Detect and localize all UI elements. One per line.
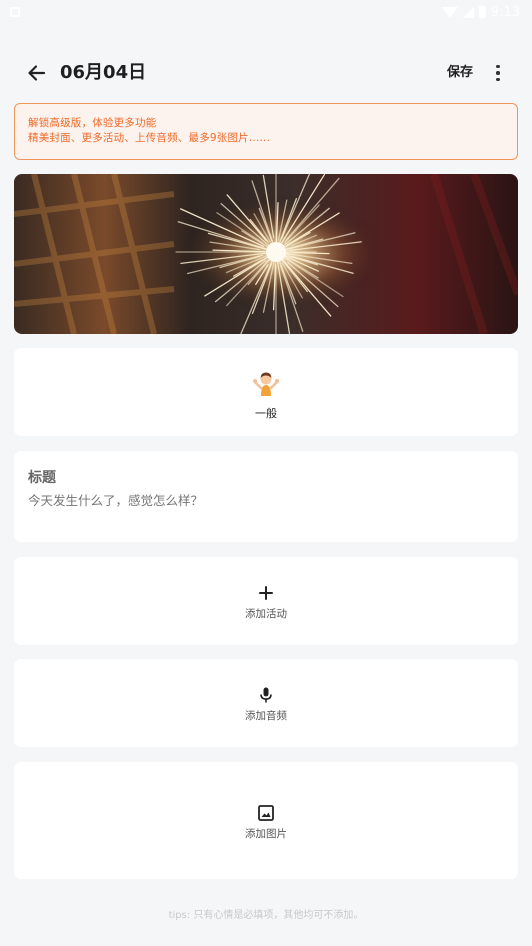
signal-icon [462,6,474,18]
more-options-button[interactable] [488,60,508,86]
add-image-button[interactable]: 添加图片 [14,762,518,879]
title-field[interactable]: 标题 [28,467,56,487]
add-audio-label: 添加音频 [245,710,287,722]
upgrade-banner-features: 精美封面、更多活动、上传音频、最多9张图片...... [28,132,271,144]
tips-text: tips: 只有心情是必填项，其他均可不添加。 [168,910,364,921]
save-button[interactable]: 保存 [447,61,473,85]
wifi-icon [441,6,458,18]
status-time: 9:13 [490,4,520,20]
cover-image[interactable] [14,174,518,334]
add-audio-button[interactable]: 添加音频 [14,659,518,747]
upgrade-banner-title: 解锁高级版，体验更多功能 [28,117,157,129]
back-button[interactable] [24,60,50,86]
status-bar: 9:13 [0,0,532,24]
arrow-left-icon [28,65,46,81]
add-activity-label: 添加活动 [245,608,287,620]
more-vert-icon [496,64,500,69]
mood-card[interactable]: 一般 [14,348,518,436]
add-image-label: 添加图片 [245,828,287,840]
image-icon [258,805,274,821]
content-field[interactable] [28,493,498,508]
sparkler-image [14,174,518,334]
mood-label: 一般 [255,407,277,420]
page-title: 06月04日 [60,62,147,83]
battery-icon [478,6,486,18]
microphone-icon [260,687,272,703]
add-activity-button[interactable]: 添加活动 [14,557,518,645]
upgrade-banner[interactable]: 解锁高级版，体验更多功能 精美封面、更多活动、上传音频、最多9张图片...... [14,103,518,160]
person-shrugging-icon [253,372,279,396]
notification-icon [10,7,20,17]
app-bar: 06月04日 保存 [0,52,532,94]
status-icons: 9:13 [441,4,520,20]
plus-icon [259,586,273,600]
entry-card: 标题 [14,451,518,542]
